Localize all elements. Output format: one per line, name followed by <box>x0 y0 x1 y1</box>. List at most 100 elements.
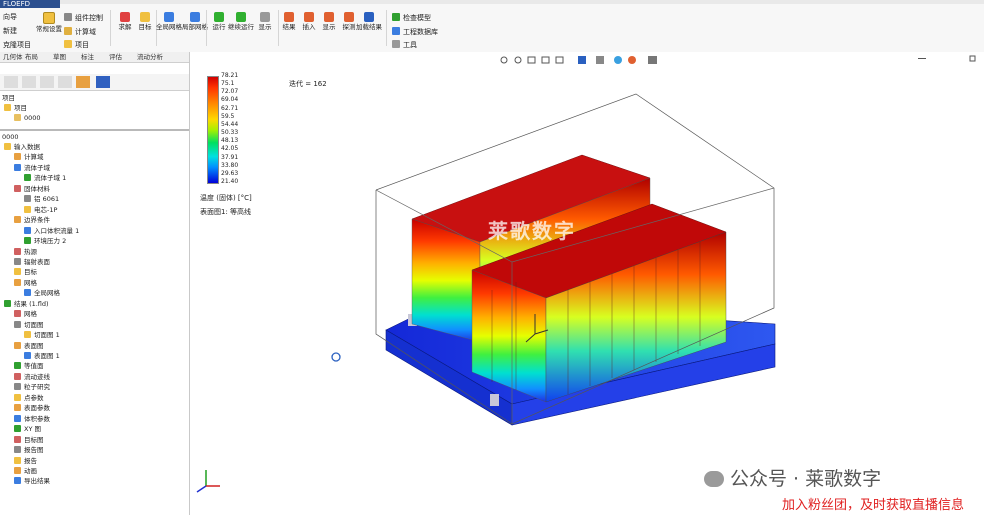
app-logo: FLOEFD <box>0 0 60 8</box>
tree-item[interactable]: 导出结果 <box>14 476 50 486</box>
tree-item[interactable]: 辐射表面 <box>14 257 50 267</box>
tree-item[interactable]: 计算域 <box>14 152 44 162</box>
tab-layout[interactable]: 布局 <box>22 52 41 62</box>
tab-flow-analysis[interactable]: 流动分析 <box>134 52 166 62</box>
tree-item[interactable]: 切面图 <box>14 320 44 330</box>
tree-item[interactable]: 目标图 <box>14 435 44 445</box>
tree-item[interactable]: 目标 <box>14 267 37 277</box>
project-node[interactable]: 项目 <box>4 103 27 113</box>
tree-item-label: 切面图 <box>24 320 44 329</box>
tree-item[interactable]: 固体材料 <box>14 184 50 194</box>
tree-item[interactable]: 流体子域 1 <box>24 173 66 183</box>
tree-item[interactable]: 铝 6061 <box>24 194 59 204</box>
tree-item-icon <box>4 299 11 307</box>
tree-item-label: 输入数据 <box>14 143 40 151</box>
project-node-icon <box>4 104 11 111</box>
tree-item-icon <box>24 174 31 182</box>
tree-item[interactable]: 热源 <box>14 247 37 257</box>
tree-item-label: 固体材料 <box>24 184 50 193</box>
probe-icon <box>344 12 354 22</box>
property-manager-icon[interactable] <box>22 76 36 88</box>
flow-analysis-icon[interactable] <box>96 76 110 88</box>
tab-annotate[interactable]: 标注 <box>78 52 97 62</box>
analysis-header: 0000 <box>2 133 19 141</box>
feature-manager-icon[interactable] <box>4 76 18 88</box>
tree-item[interactable]: 入口体积流量 1 <box>24 226 79 236</box>
rotate-icon[interactable] <box>331 352 341 362</box>
tree-item[interactable]: 边界条件 <box>14 215 50 225</box>
engineering-db-button[interactable]: 工程数据库 <box>392 27 438 37</box>
tree-item-icon <box>14 466 21 474</box>
tree-item-label: 全局网格 <box>34 289 60 298</box>
tree-item-icon <box>14 310 21 318</box>
tree-item-label: 流体子域 <box>24 163 50 172</box>
tree-item[interactable]: 表面图 <box>14 341 44 351</box>
run-label: 运行 <box>212 23 226 31</box>
tree-item[interactable]: 报告图 <box>14 445 44 455</box>
tree-item-label: XY 图 <box>24 425 41 434</box>
graphics-viewport[interactable]: 78.21 75.1 72.07 69.04 62.71 59.5 54.44 50.33 48… <box>190 52 984 515</box>
wechat-account-text: 公众号 · 莱歌数字 <box>704 464 881 491</box>
tree-item[interactable]: 点参数 <box>14 393 44 403</box>
load-results-label: 加载结果 <box>356 23 382 31</box>
tree-item[interactable]: 网格 <box>14 278 37 288</box>
tree-item[interactable]: 电芯-1P <box>24 205 57 215</box>
component-control-button[interactable]: 组件控制 <box>64 13 103 23</box>
tree-item-icon <box>14 456 21 464</box>
tree-divider[interactable] <box>0 129 189 131</box>
tree-item-icon <box>14 216 21 224</box>
wechat-icon <box>704 471 724 487</box>
tree-item-label: 目标 <box>24 268 37 277</box>
computational-domain-button[interactable]: 计算域 <box>64 27 96 37</box>
tree-item[interactable]: 动画 <box>14 466 37 476</box>
tree-item-label: 报告 <box>24 456 37 465</box>
dimxpert-icon[interactable] <box>58 76 72 88</box>
insert-icon <box>304 12 314 22</box>
domain-icon <box>64 27 72 35</box>
general-settings-label: 常规设置 <box>36 25 62 33</box>
tree-item[interactable]: 表面参数 <box>14 403 50 413</box>
goals-label: 目标 <box>138 23 152 31</box>
tree-item-icon <box>24 237 31 245</box>
tree-item[interactable]: 报告 <box>14 456 37 466</box>
tree-item-icon <box>24 195 31 203</box>
run-icon <box>214 12 224 22</box>
project-icon <box>64 40 72 48</box>
tree-item[interactable]: 结果 (1.fld) <box>4 299 49 309</box>
tree-item[interactable]: 切面图 1 <box>24 330 60 340</box>
tree-item-icon <box>14 278 21 286</box>
tree-item[interactable]: 流动迹线 <box>14 372 50 382</box>
tree-item-label: 报告图 <box>24 446 44 455</box>
display-manager-icon[interactable] <box>76 76 90 88</box>
tools-icon <box>392 40 400 48</box>
config-node[interactable]: 0000 <box>14 113 41 123</box>
tree-item[interactable]: 网格 <box>14 309 37 319</box>
new-project-button[interactable]: 新建 <box>3 26 17 36</box>
project-button[interactable]: 项目 <box>64 40 89 50</box>
tree-item[interactable]: XY 图 <box>14 424 41 434</box>
engineering-db-label: 工程数据库 <box>403 28 438 36</box>
general-settings-button[interactable]: 常规设置 <box>34 12 64 33</box>
tree-item[interactable]: 粒子研究 <box>14 382 50 392</box>
wechat-account-label: 公众号 · 莱歌数字 <box>730 468 882 490</box>
tree-item[interactable]: 全局网格 <box>24 288 60 298</box>
calculate-icon <box>120 12 130 22</box>
tree-item[interactable]: 环境压力 2 <box>24 236 66 246</box>
tab-sketch[interactable]: 草图 <box>50 52 69 62</box>
tree-item[interactable]: 体积参数 <box>14 414 50 424</box>
tree-item[interactable]: 输入数据 <box>4 142 40 152</box>
tree-item-label: 网格 <box>24 310 37 319</box>
tools-label: 工具 <box>403 41 417 49</box>
tab-evaluate[interactable]: 评估 <box>106 52 125 62</box>
load-results-button[interactable]: 加载结果 <box>354 12 384 31</box>
tools-button[interactable]: 工具 <box>392 40 417 50</box>
config-manager-icon[interactable] <box>40 76 54 88</box>
check-model-button[interactable]: 检查模型 <box>392 13 431 23</box>
wizard-button[interactable]: 向导 <box>3 12 17 22</box>
config-icon <box>14 114 21 121</box>
tree-item[interactable]: 等值面 <box>14 361 44 371</box>
tree-item[interactable]: 流体子域 <box>14 163 50 173</box>
project-label: 项目 <box>75 41 89 49</box>
tree-item[interactable]: 表面图 1 <box>24 351 60 361</box>
clone-project-button[interactable]: 克隆项目 <box>3 40 31 50</box>
